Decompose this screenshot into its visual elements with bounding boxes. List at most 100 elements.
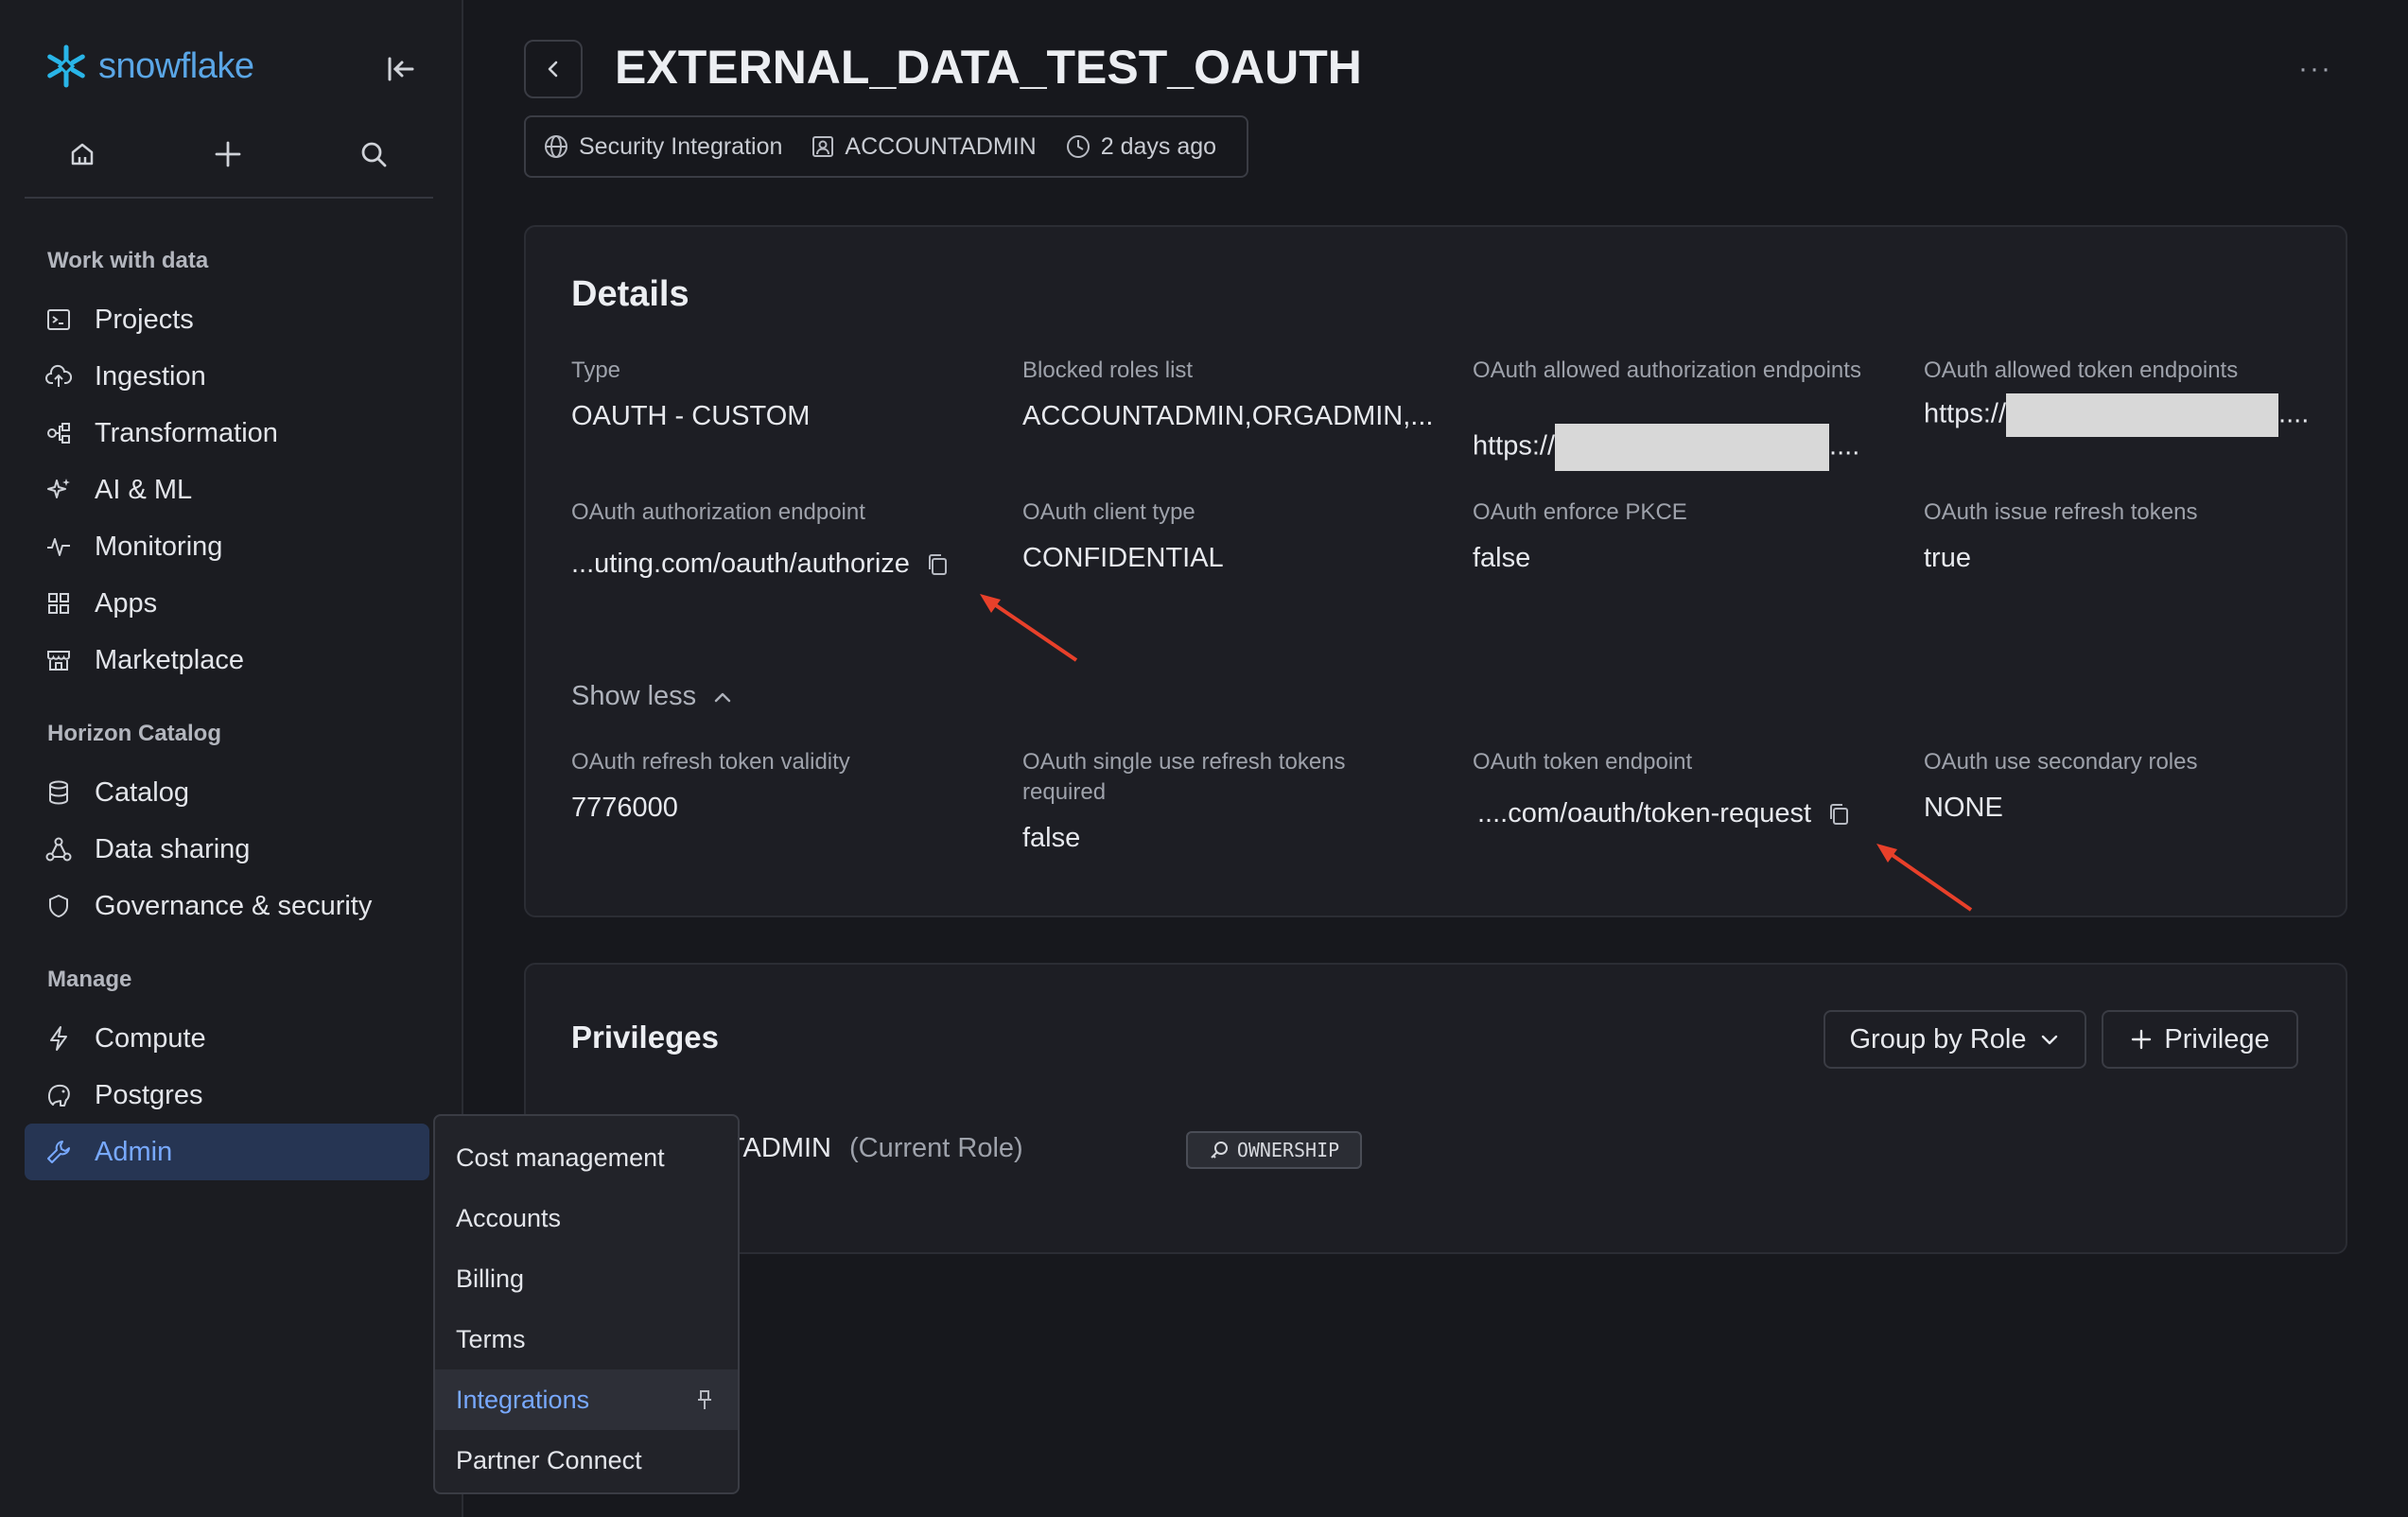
meta-owner[interactable]: ACCOUNTADMIN (811, 132, 1037, 161)
field-label-secondary-roles: OAuth use secondary roles (1924, 749, 2198, 775)
section-work-with-data: Work with data (47, 248, 209, 273)
field-value-allowed-auth-endpoints[interactable]: https://.... (1473, 424, 1859, 471)
sidebar-item-monitoring[interactable]: Monitoring (25, 520, 429, 573)
sparkle-icon (45, 477, 72, 503)
field-value-refresh-token-validity: 7776000 (571, 793, 678, 823)
field-label-allowed-token-endpoints: OAuth allowed token endpoints (1924, 357, 2239, 383)
home-icon[interactable] (59, 131, 106, 178)
ownership-badge-label: OWNERSHIP (1236, 1139, 1340, 1161)
sidebar-item-projects[interactable]: Projects (25, 293, 429, 346)
sidebar-item-label: Marketplace (95, 644, 244, 675)
sidebar-item-ai-ml[interactable]: AI & ML (25, 463, 429, 516)
sidebar-item-catalog[interactable]: Catalog (25, 766, 429, 819)
submenu-item-terms[interactable]: Terms (435, 1309, 738, 1369)
submenu-item-integrations[interactable]: Integrations (435, 1369, 738, 1430)
field-label-single-use-refresh: OAuth single use refresh tokens required (1022, 749, 1346, 805)
field-label-refresh-token-validity: OAuth refresh token validity (571, 749, 850, 775)
field-value-secondary-roles: NONE (1924, 793, 2003, 823)
submenu-item-cost-management[interactable]: Cost management (435, 1127, 738, 1188)
snowflake-logo[interactable]: snowflake (44, 44, 254, 89)
bolt-icon (45, 1025, 72, 1052)
store-icon (45, 647, 72, 673)
allowed-token-endpoints-suffix: .... (2278, 398, 2310, 429)
field-value-allowed-token-endpoints[interactable]: https://.... (1924, 393, 2309, 437)
sidebar-item-admin[interactable]: Admin (25, 1124, 429, 1180)
collapse-sidebar-icon[interactable] (382, 51, 418, 87)
field-value-single-use-refresh: false (1022, 823, 1081, 853)
chevron-down-icon (2041, 1035, 2057, 1045)
privileges-title: Privileges (571, 1020, 719, 1055)
field-label-allowed-auth-endpoints: OAuth allowed authorization endpoints (1473, 357, 1861, 383)
sidebar-item-label: Data sharing (95, 833, 251, 864)
submenu-item-label: Partner Connect (456, 1445, 642, 1474)
show-less-label: Show less (571, 681, 697, 711)
meta-owner-label: ACCOUNTADMIN (845, 132, 1037, 160)
sidebar-item-transformation[interactable]: Transformation (25, 407, 429, 460)
more-options-icon[interactable]: ··· (2298, 53, 2332, 85)
clock-icon (1066, 135, 1090, 158)
group-by-role-dropdown[interactable]: Group by Role (1823, 1010, 2086, 1069)
field-label-issue-refresh-tokens: OAuth issue refresh tokens (1924, 499, 2198, 525)
meta-object-type-label: Security Integration (579, 132, 783, 160)
privileges-card (524, 963, 2347, 1254)
search-icon[interactable] (350, 131, 397, 178)
sidebar-item-apps[interactable]: Apps (25, 577, 429, 630)
field-value-enforce-pkce: false (1473, 543, 1531, 573)
create-plus-icon[interactable] (204, 131, 252, 178)
snowflake-icon (47, 44, 85, 88)
cloud-upload-icon (45, 363, 72, 390)
sidebar-item-label: Transformation (95, 417, 278, 448)
sidebar-item-label: Ingestion (95, 360, 206, 392)
share-icon (45, 836, 72, 863)
elephant-icon (45, 1082, 72, 1108)
sidebar-item-label: AI & ML (95, 474, 193, 505)
field-value-token-endpoint[interactable]: ....com/oauth/token-request (1477, 798, 1851, 829)
key-search-icon (1211, 1142, 1228, 1159)
copy-icon[interactable] (1826, 801, 1851, 828)
allowed-token-endpoints-prefix: https:// (1924, 398, 2007, 429)
logo-text: snowflake (98, 45, 254, 86)
copy-icon[interactable] (925, 551, 950, 578)
transform-icon (45, 420, 72, 446)
back-button[interactable] (524, 40, 583, 98)
sidebar-item-compute[interactable]: Compute (25, 1012, 429, 1065)
submenu-item-billing[interactable]: Billing (435, 1248, 738, 1309)
sidebar-item-label: Postgres (95, 1079, 203, 1110)
sidebar-item-governance-security[interactable]: Governance & security (25, 880, 429, 933)
activity-icon (45, 533, 72, 560)
sidebar-item-marketplace[interactable]: Marketplace (25, 634, 429, 687)
annotation-arrow (980, 594, 1078, 662)
terminal-icon (45, 306, 72, 333)
field-value-type: OAUTH - CUSTOM (571, 401, 811, 431)
sidebar-item-data-sharing[interactable]: Data sharing (25, 823, 429, 876)
field-label-token-endpoint: OAuth token endpoint (1473, 749, 1693, 775)
current-role-note: (Current Role) (849, 1133, 1023, 1163)
pin-icon[interactable] (694, 1388, 715, 1411)
submenu-item-label: Accounts (456, 1203, 562, 1232)
field-value-auth-endpoint[interactable]: ...uting.com/oauth/authorize (571, 549, 950, 580)
submenu-item-accounts[interactable]: Accounts (435, 1188, 738, 1248)
sidebar-item-label: Monitoring (95, 531, 223, 562)
group-by-role-label: Group by Role (1849, 1023, 2027, 1055)
chevron-left-icon (548, 61, 558, 78)
add-privilege-button[interactable]: Privilege (2102, 1010, 2298, 1069)
field-value-blocked-roles[interactable]: ACCOUNTADMIN,ORGADMIN,... (1022, 401, 1433, 432)
sidebar-item-ingestion[interactable]: Ingestion (25, 350, 429, 403)
annotation-arrow (1876, 844, 1973, 912)
sidebar-divider (25, 197, 433, 199)
submenu-item-label: Cost management (456, 1142, 665, 1172)
sidebar: snowflake Work with data Projects Ingest… (0, 0, 463, 1517)
submenu-item-partner-connect[interactable]: Partner Connect (435, 1430, 738, 1491)
admin-submenu: Cost management Accounts Billing Terms I… (433, 1114, 740, 1494)
show-less-toggle[interactable]: Show less (571, 681, 734, 712)
privilege-role-name: TADMIN (728, 1133, 832, 1163)
field-label-blocked-roles: Blocked roles list (1022, 357, 1194, 383)
auth-endpoint-text: ...uting.com/oauth/authorize (571, 549, 910, 579)
field-value-issue-refresh-tokens: true (1924, 543, 1971, 573)
shield-icon (45, 893, 72, 919)
sidebar-item-postgres[interactable]: Postgres (25, 1069, 429, 1122)
ownership-badge: OWNERSHIP (1186, 1131, 1362, 1169)
sidebar-item-label: Admin (95, 1136, 173, 1167)
sidebar-item-label: Apps (95, 587, 158, 619)
field-value-client-type: CONFIDENTIAL (1022, 543, 1224, 573)
